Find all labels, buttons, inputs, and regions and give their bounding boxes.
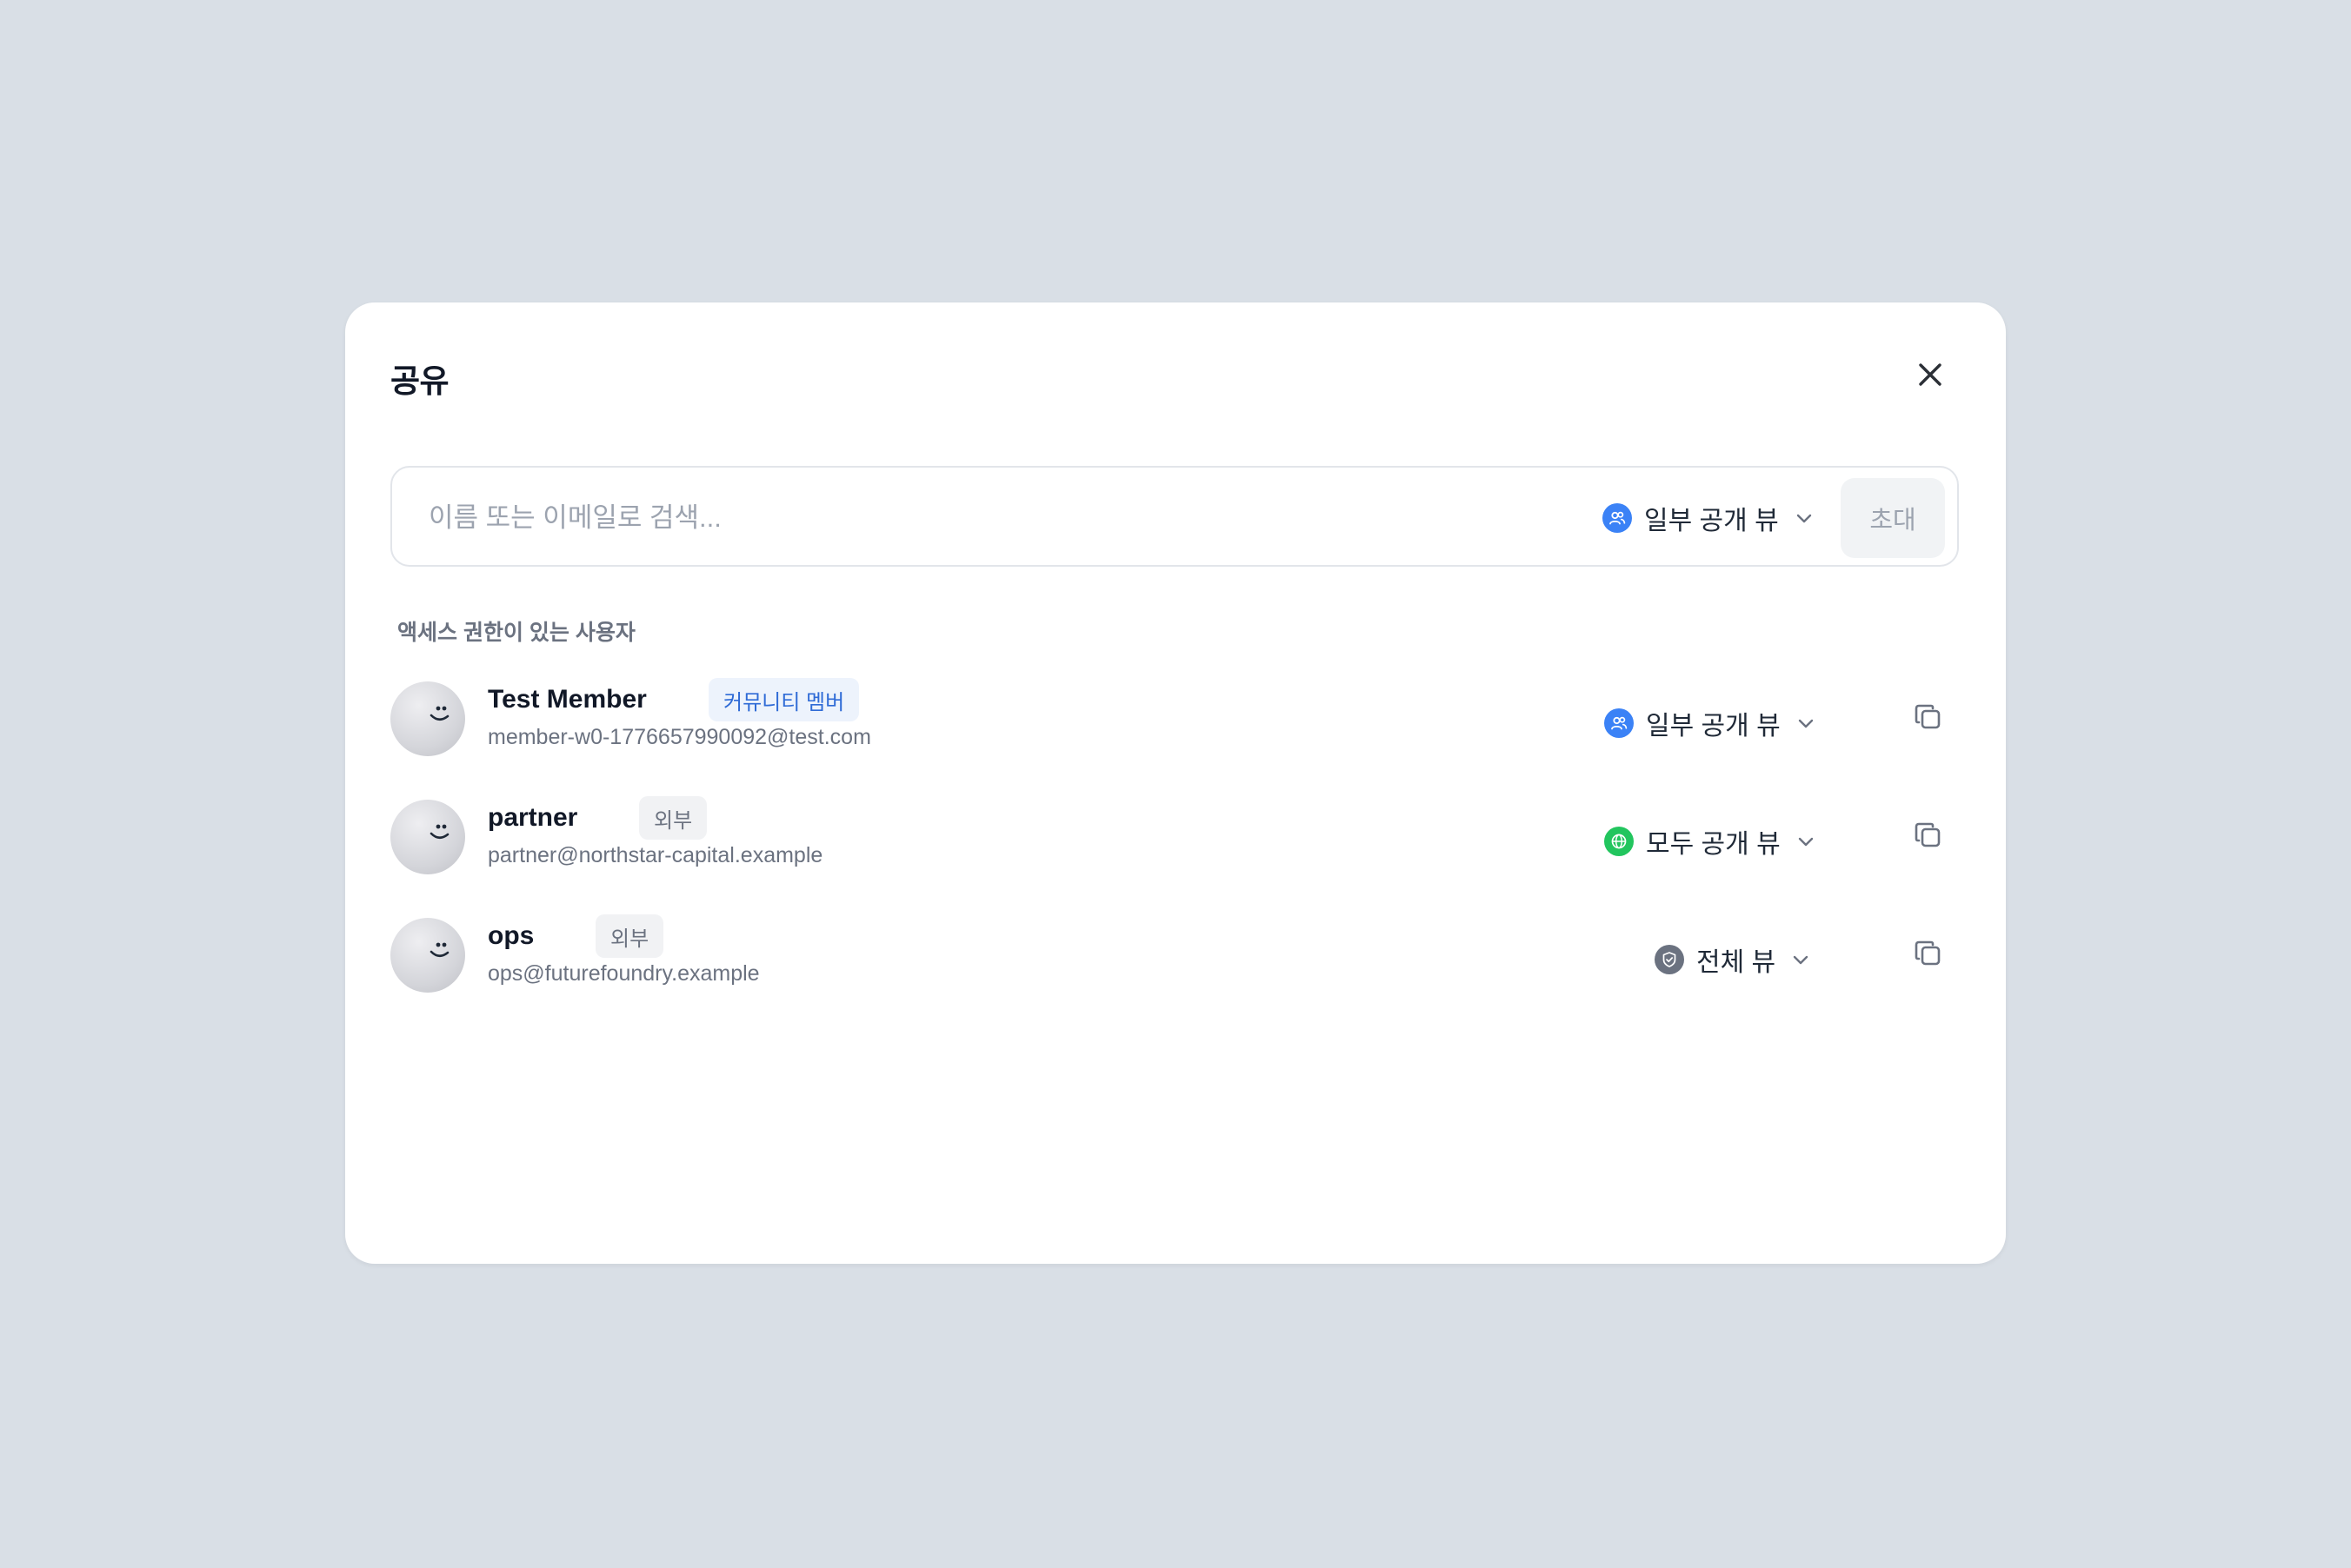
copy-button[interactable] bbox=[1907, 933, 1950, 977]
avatar bbox=[390, 918, 465, 993]
user-name: partner bbox=[488, 803, 578, 832]
avatar bbox=[390, 681, 465, 756]
chevron-down-icon bbox=[1788, 947, 1814, 973]
invite-search-bar: 일부 공개 뷰 초대 bbox=[390, 466, 1959, 567]
user-permission-select[interactable]: 일부 공개 뷰 bbox=[1604, 704, 1819, 742]
close-icon bbox=[1915, 360, 1945, 394]
user-permission-select[interactable]: 모두 공개 뷰 bbox=[1604, 822, 1819, 860]
user-email: ops@futurefoundry.example bbox=[488, 961, 760, 986]
share-dialog: 공유 일부 공개 뷰 초대 액세스 권한이 있는 bbox=[345, 302, 2006, 1264]
copy-icon bbox=[1913, 938, 1944, 973]
role-badge: 외부 bbox=[596, 914, 664, 958]
user-name: Test Member bbox=[488, 685, 647, 714]
user-email: member-w0-1776657990092@test.com bbox=[488, 725, 871, 749]
copy-icon bbox=[1913, 820, 1944, 855]
user-permission-label: 모두 공개 뷰 bbox=[1646, 830, 1781, 859]
invite-permission-label: 일부 공개 뷰 bbox=[1644, 507, 1779, 535]
chevron-down-icon bbox=[1793, 710, 1819, 736]
user-permission-select[interactable]: 전체 뷰 bbox=[1655, 940, 1814, 979]
avatar bbox=[390, 800, 465, 874]
user-row: Test Member 커뮤니티 멤버 member-w0-1776657990… bbox=[390, 676, 1959, 763]
copy-button[interactable] bbox=[1907, 815, 1950, 859]
role-badge: 외부 bbox=[639, 796, 708, 840]
user-name: ops bbox=[488, 921, 535, 950]
shield-icon bbox=[1655, 945, 1684, 974]
users-icon bbox=[1602, 503, 1632, 533]
invite-permission-select[interactable]: 일부 공개 뷰 bbox=[1602, 499, 1817, 537]
close-button[interactable] bbox=[1910, 356, 1950, 396]
chevron-down-icon bbox=[1793, 828, 1819, 854]
role-badge: 커뮤니티 멤버 bbox=[709, 678, 860, 721]
copy-button[interactable] bbox=[1907, 697, 1950, 741]
globe-icon bbox=[1604, 827, 1634, 856]
access-section-label: 액세스 권한이 있는 사용자 bbox=[397, 621, 636, 645]
user-row: ops 외부 ops@futurefoundry.example 전체 뷰 bbox=[390, 913, 1959, 1000]
user-permission-label: 일부 공개 뷰 bbox=[1646, 712, 1781, 741]
chevron-down-icon bbox=[1791, 505, 1817, 531]
search-input[interactable] bbox=[427, 488, 1474, 548]
users-icon bbox=[1604, 708, 1634, 738]
copy-icon bbox=[1913, 701, 1944, 737]
user-email: partner@northstar-capital.example bbox=[488, 843, 823, 867]
user-permission-label: 전체 뷰 bbox=[1696, 948, 1776, 977]
dialog-title: 공유 bbox=[390, 363, 450, 399]
user-row: partner 외부 partner@northstar-capital.exa… bbox=[390, 794, 1959, 881]
invite-button[interactable]: 초대 bbox=[1841, 478, 1945, 558]
